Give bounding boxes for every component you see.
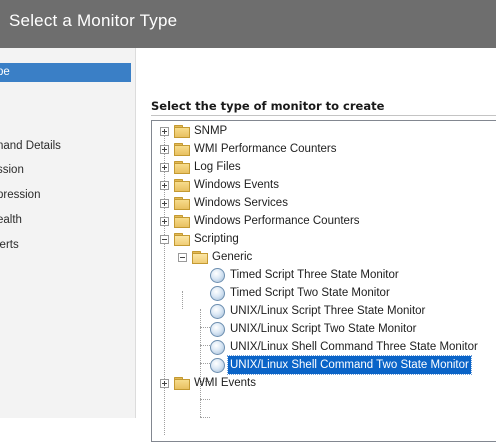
sidebar-step-health[interactable]: ealth: [0, 211, 120, 230]
tree-node-timed-script-two-state-monitor[interactable]: Timed Script Two State Monitor: [210, 284, 492, 302]
tree-node-label: Log Files: [194, 161, 241, 173]
open-folder-icon: [174, 233, 190, 246]
tree-node-timed-script-three-state-monitor[interactable]: Timed Script Three State Monitor: [210, 266, 492, 284]
tree-node-windows-events[interactable]: Windows Events: [152, 176, 492, 194]
tree-node-label: UNIX/Linux Shell Command Three State Mon…: [230, 341, 478, 353]
tree-guide-line: [200, 327, 210, 328]
sidebar-step-alerts[interactable]: lerts: [0, 236, 120, 255]
open-folder-icon: [192, 251, 208, 264]
monitor-type-icon: [210, 358, 225, 373]
tree-node-label: Timed Script Two State Monitor: [230, 287, 390, 299]
tree-node-label: SNMP: [194, 125, 228, 137]
monitor-type-icon: [210, 268, 225, 283]
tree-node-generic[interactable]: Generic: [170, 248, 492, 266]
monitor-type-icon: [210, 286, 225, 301]
folder-icon: [174, 179, 190, 192]
sidebar-step-command-details[interactable]: nand Details: [0, 137, 120, 156]
expand-icon[interactable]: [160, 217, 169, 226]
tree-guide-line: [182, 291, 183, 309]
tree-node-windows-performance-counters[interactable]: Windows Performance Counters: [152, 212, 492, 230]
folder-icon: [174, 377, 190, 390]
tree-node-log-files[interactable]: Log Files: [152, 158, 492, 176]
tree-node-label: UNIX/Linux Script Three State Monitor: [230, 305, 426, 317]
tree-node-label: Generic: [212, 251, 253, 263]
tree-guide-line: [200, 345, 210, 346]
sidebar-step-expression[interactable]: ssion: [0, 161, 120, 180]
tree-node-label: WMI Performance Counters: [194, 143, 337, 155]
expand-icon[interactable]: [160, 199, 169, 208]
tree-node-unix-linux-script-two-state-monitor[interactable]: UNIX/Linux Script Two State Monitor: [210, 320, 492, 338]
tree-node-label: Timed Script Three State Monitor: [230, 269, 399, 281]
monitor-type-icon: [210, 322, 225, 337]
expand-icon[interactable]: [160, 127, 169, 136]
tree-node-windows-services[interactable]: Windows Services: [152, 194, 492, 212]
expand-icon[interactable]: [160, 163, 169, 172]
tree-node-label: Windows Events: [194, 179, 280, 191]
folder-icon: [174, 161, 190, 174]
tree-node-label: Windows Services: [194, 197, 288, 209]
tree-node-unix-linux-shell-command-two-state-monitor[interactable]: UNIX/Linux Shell Command Two State Monit…: [210, 355, 492, 375]
tree-node-label: WMI Events: [194, 377, 256, 389]
section-heading: Select the type of monitor to create: [151, 99, 385, 113]
folder-icon: [174, 125, 190, 138]
sidebar-step-label: nand Details: [0, 140, 61, 152]
tree-guide-line: [200, 399, 210, 400]
monitor-type-tree[interactable]: SNMP WMI Performance Counters Log Files …: [151, 120, 496, 442]
window-title: Select a Monitor Type: [9, 11, 178, 30]
sidebar-step-label: ealth: [0, 214, 22, 226]
tree-node-label: UNIX/Linux Script Two State Monitor: [230, 323, 417, 335]
folder-icon: [174, 143, 190, 156]
monitor-type-icon: [210, 304, 225, 319]
expand-icon[interactable]: [160, 379, 169, 388]
sidebar-step-label: lerts: [0, 239, 19, 251]
tree-node-unix-linux-script-three-state-monitor[interactable]: UNIX/Linux Script Three State Monitor: [210, 302, 492, 320]
expand-icon[interactable]: [160, 145, 169, 154]
tree-guide-line: [200, 363, 210, 364]
folder-icon: [174, 197, 190, 210]
sidebar-step-monitor-type[interactable]: pe: [0, 63, 131, 82]
tree-node-label-selected: UNIX/Linux Shell Command Two State Monit…: [227, 355, 472, 375]
wizard-header: Select a Monitor Type: [0, 0, 496, 48]
sidebar-step-label: pe: [0, 66, 10, 78]
tree-node-wmi-events[interactable]: WMI Events: [152, 374, 492, 392]
tree-node-wmi-performance-counters[interactable]: WMI Performance Counters: [152, 140, 492, 158]
folder-icon: [174, 215, 190, 228]
tree-node-snmp[interactable]: SNMP: [152, 122, 492, 140]
sidebar-step-label: ssion: [0, 164, 24, 176]
collapse-icon[interactable]: [160, 235, 169, 244]
monitor-type-icon: [210, 340, 225, 355]
tree-node-unix-linux-shell-command-three-state-monitor[interactable]: UNIX/Linux Shell Command Three State Mon…: [210, 338, 492, 356]
collapse-icon[interactable]: [178, 253, 187, 262]
main-panel: Select the type of monitor to create SNM…: [136, 48, 496, 442]
sidebar-step-label: pression: [0, 189, 41, 201]
tree-node-label: Scripting: [194, 233, 239, 245]
heading-divider: [151, 115, 496, 116]
tree-node-scripting[interactable]: Scripting: [152, 230, 492, 248]
expand-icon[interactable]: [160, 181, 169, 190]
wizard-steps-sidebar: pe nand Details ssion pression ealth ler…: [0, 48, 136, 418]
sidebar-step-expression-2[interactable]: pression: [0, 186, 120, 205]
tree-node-label: Windows Performance Counters: [194, 215, 360, 227]
